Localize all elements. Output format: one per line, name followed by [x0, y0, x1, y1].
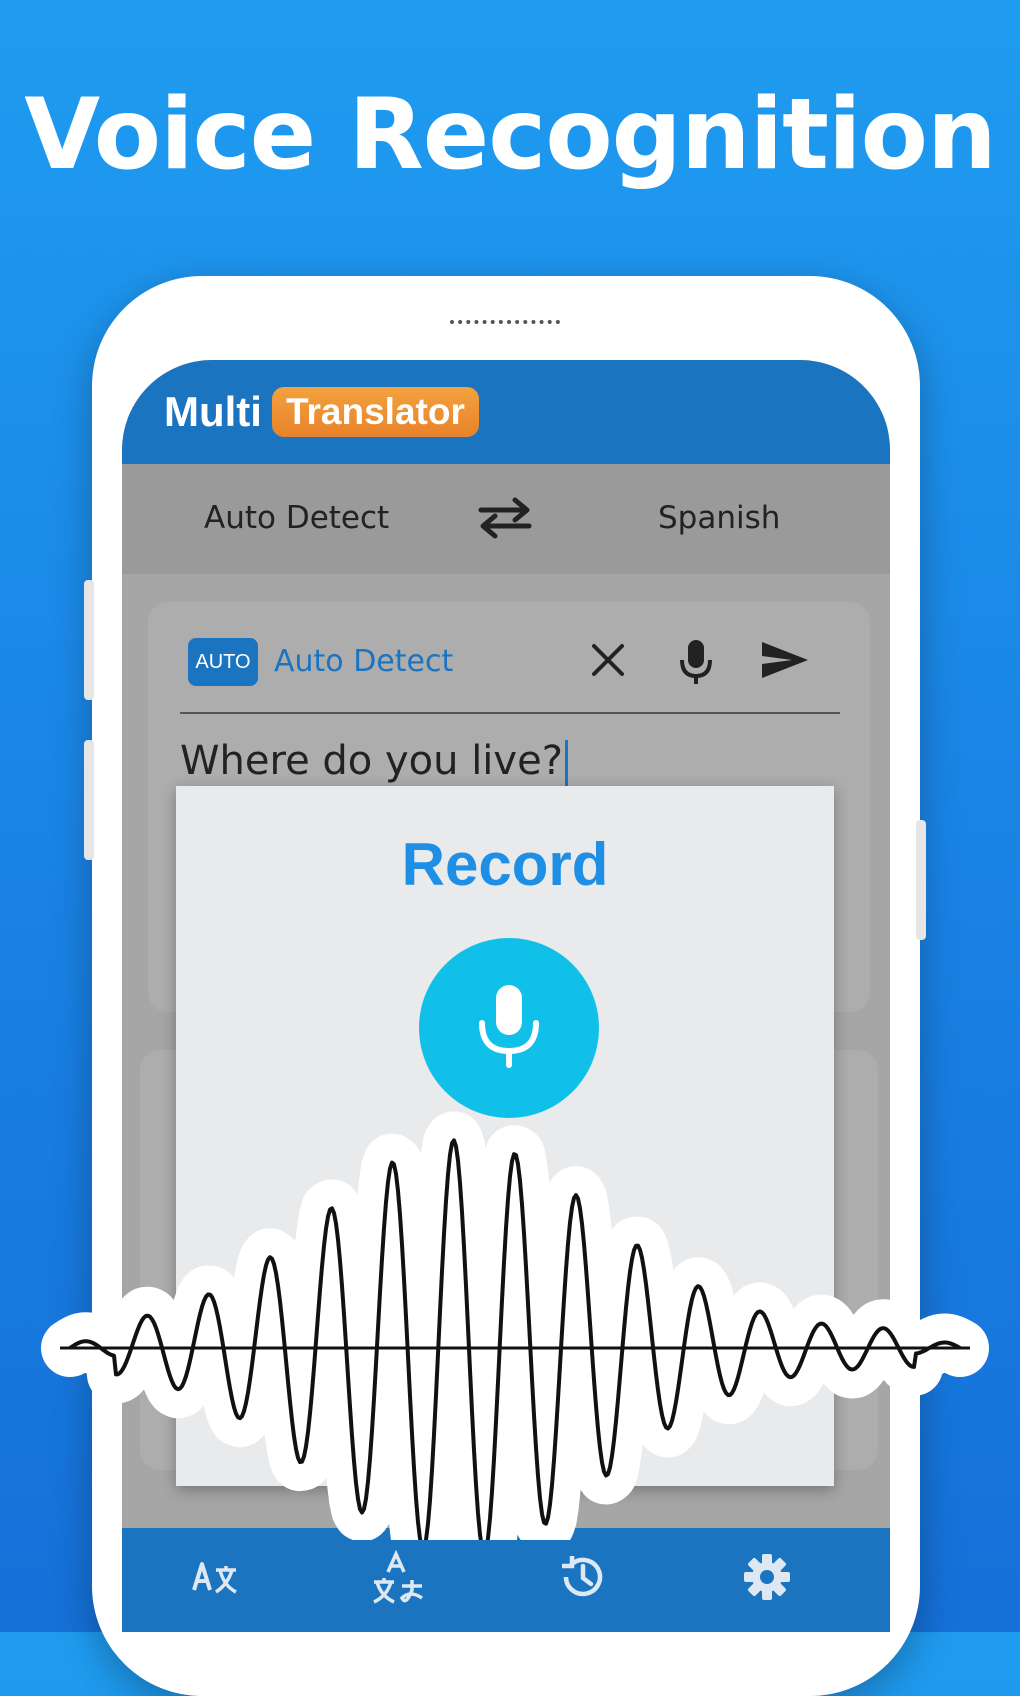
gear-icon[interactable]: [740, 1550, 794, 1609]
translate-icon[interactable]: [188, 1550, 242, 1609]
bottom-navigation: [122, 1528, 890, 1632]
history-icon[interactable]: [556, 1550, 610, 1609]
auto-badge: AUTO: [188, 638, 258, 686]
mic-icon: [474, 981, 544, 1076]
app-logo: Multi Translator: [164, 382, 479, 442]
app-bar: Multi Translator: [122, 360, 890, 464]
sound-wave-outline: [41, 1111, 989, 1540]
record-dialog-title: Record: [401, 831, 609, 898]
input-text-field[interactable]: Where do you live?: [180, 738, 568, 786]
source-language-select[interactable]: Auto Detect: [204, 500, 389, 536]
mic-icon[interactable]: [676, 638, 716, 691]
headline: Voice Recognition: [24, 78, 996, 192]
phone-side-button: [916, 820, 926, 940]
swap-icon[interactable]: [477, 496, 533, 545]
input-language-label: Auto Detect: [274, 644, 454, 679]
close-icon[interactable]: [586, 638, 630, 687]
input-divider: [180, 712, 840, 714]
record-button[interactable]: [419, 938, 599, 1118]
language-icon[interactable]: [370, 1549, 426, 1615]
send-icon[interactable]: [760, 638, 810, 687]
target-language-select[interactable]: Spanish: [658, 500, 780, 536]
logo-text-multi: Multi: [164, 388, 262, 435]
input-text-value: Where do you live?: [180, 738, 563, 784]
phone-side-button: [84, 740, 94, 860]
logo-text-translator: Translator: [271, 387, 479, 437]
language-selector-row: Auto Detect Spanish: [122, 464, 890, 574]
text-caret: [564, 740, 568, 786]
phone-side-button: [84, 580, 94, 700]
sound-wave-graphic: [41, 1111, 989, 1540]
phone-speaker: [450, 320, 560, 328]
